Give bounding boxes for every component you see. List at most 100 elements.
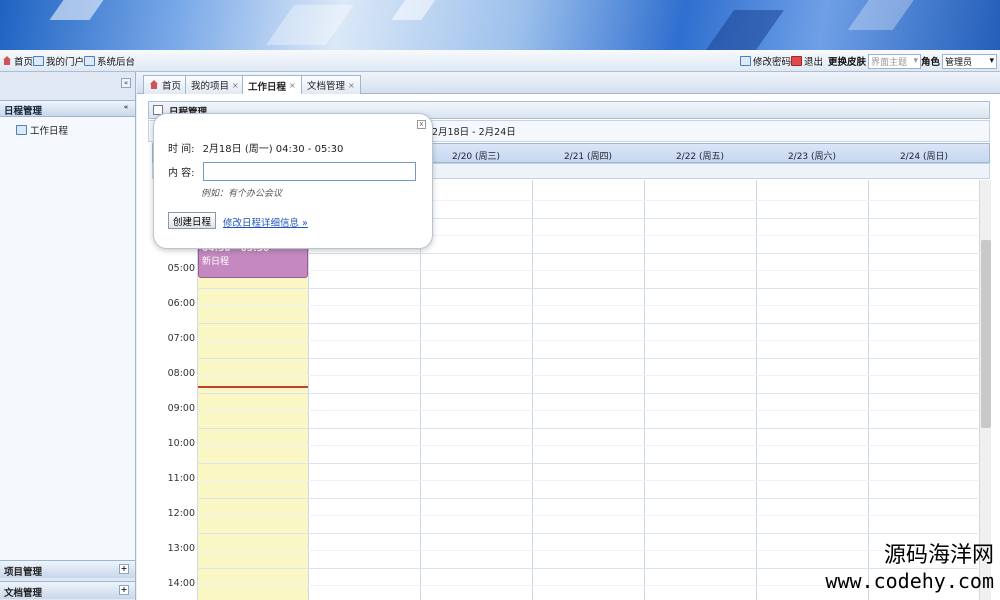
tab-label: 工作日程 (248, 81, 287, 93)
time-label: 07:00 (167, 333, 195, 344)
watermark: 源码海洋网 www.codehy.com (825, 543, 994, 593)
grid-divider (868, 180, 869, 600)
content-label: 内 容: (168, 168, 195, 179)
time-label: 11:00 (167, 473, 195, 484)
home-icon (149, 80, 159, 90)
role-selector: 角色 管理员 ▾ (921, 53, 998, 69)
expand-icon[interactable]: + (119, 585, 129, 595)
close-icon[interactable]: × (348, 81, 355, 90)
portal-link[interactable]: 我的门户 (33, 54, 84, 68)
logout-label: 退出 (804, 57, 824, 68)
role-select-value: 管理员 (945, 57, 973, 68)
grid-divider (644, 180, 645, 600)
half-hour-line (197, 445, 978, 446)
event-title: 新日程 (202, 257, 230, 267)
hour-line (197, 463, 978, 464)
skin-select[interactable]: 界面主题 ▾ (868, 53, 922, 69)
half-hour-line (197, 340, 978, 341)
window-icon (33, 56, 44, 66)
grid-divider (532, 180, 533, 600)
sidebar-section-document[interactable]: 文档管理 + (0, 581, 135, 599)
home-link[interactable]: 首页 (2, 54, 33, 68)
close-icon[interactable]: × (232, 81, 239, 90)
sidebar-section-header[interactable]: 日程管理 « (0, 100, 135, 117)
current-time-line (198, 386, 308, 388)
time-label: 13:00 (167, 543, 195, 554)
change-password-link[interactable]: 修改密码 (740, 54, 791, 68)
hour-line (197, 533, 978, 534)
sidebar-section-label: 项目管理 (4, 567, 43, 578)
create-schedule-button[interactable]: 创建日程 (168, 212, 217, 229)
role-select[interactable]: 管理员 ▾ (942, 53, 998, 69)
day-header[interactable]: 2/24 (周日) (869, 149, 979, 162)
time-label: 时 间: (168, 144, 195, 155)
half-hour-line (197, 480, 978, 481)
tab-home[interactable]: 首页 (143, 75, 188, 94)
expand-icon[interactable]: + (119, 564, 129, 574)
time-label: 10:00 (167, 438, 195, 449)
sidebar-tree: 工作日程 (0, 117, 135, 560)
date-range: 2月18日 - 2月24日 (432, 127, 516, 138)
chevron-down-icon: ▾ (989, 56, 995, 66)
time-label: 09:00 (167, 403, 195, 414)
time-label: 14:00 (167, 578, 195, 589)
grid-scrollbar[interactable] (979, 180, 991, 600)
hour-line (197, 253, 978, 254)
home-link-label: 首页 (14, 57, 34, 68)
half-hour-line (197, 270, 978, 271)
scrollbar-thumb[interactable] (981, 240, 991, 428)
change-password-label: 修改密码 (753, 57, 792, 68)
close-icon[interactable]: × (289, 81, 296, 90)
header-banner (0, 0, 1000, 50)
tab-label: 首页 (162, 81, 182, 92)
grid-divider (756, 180, 757, 600)
edit-icon (740, 56, 751, 66)
chevron-down-icon: ▾ (913, 56, 919, 66)
content-hint: 例如：有个办公会议 (201, 189, 283, 199)
watermark-url: www.codehy.com (825, 569, 994, 593)
hour-line (197, 358, 978, 359)
half-hour-line (197, 305, 978, 306)
day-header[interactable]: 2/20 (周三) (421, 149, 531, 162)
content-row: 内 容: (168, 162, 416, 181)
skin-selector: 更换皮肤 界面主题 ▾ (828, 53, 922, 69)
power-icon (791, 56, 802, 66)
tab-documents[interactable]: 文档管理 × (301, 75, 361, 94)
quick-create-popup: x 时 间: 2月18日 (周一) 04:30 - 05:30 内 容: 例如：… (153, 113, 433, 249)
tab-my-projects[interactable]: 我的项目 × (185, 75, 245, 94)
day-header[interactable]: 2/21 (周四) (533, 149, 643, 162)
half-hour-line (197, 515, 978, 516)
hour-line (197, 323, 978, 324)
tab-work-schedule[interactable]: 工作日程 × (242, 75, 302, 95)
content-input[interactable] (202, 162, 416, 181)
watermark-title: 源码海洋网 (883, 543, 994, 568)
window-icon (84, 56, 95, 66)
hour-line (197, 428, 978, 429)
time-label: 06:00 (167, 298, 195, 309)
edit-details-link[interactable]: 修改日程详细信息 » (223, 215, 308, 229)
tree-item-work-schedule[interactable]: 工作日程 (16, 123, 68, 137)
day-header[interactable]: 2/22 (周五) (645, 149, 755, 162)
half-hour-line (197, 410, 978, 411)
home-icon (2, 56, 12, 66)
time-label: 08:00 (167, 368, 195, 379)
skin-label: 更换皮肤 (828, 57, 867, 68)
skin-select-value: 界面主题 (871, 57, 908, 68)
logout-link[interactable]: 退出 (791, 54, 823, 68)
tree-item-label: 工作日程 (30, 126, 69, 137)
time-label: 05:00 (167, 263, 195, 274)
section-collapse-icon[interactable]: « (121, 103, 131, 113)
time-label: 12:00 (167, 508, 195, 519)
sidebar-collapse-button[interactable]: « (121, 78, 131, 88)
tab-bar: 首页 我的项目 × 工作日程 × 文档管理 × (137, 72, 1000, 95)
tab-label: 文档管理 (307, 81, 346, 92)
calendar-icon (16, 125, 27, 135)
sidebar-section-title: 日程管理 (4, 106, 43, 117)
tab-label: 我的项目 (191, 81, 230, 92)
close-icon[interactable]: x (417, 120, 426, 129)
sidebar-section-project[interactable]: 项目管理 + (0, 560, 135, 578)
backend-link[interactable]: 系统后台 (84, 54, 135, 68)
day-header[interactable]: 2/23 (周六) (757, 149, 867, 162)
backend-link-label: 系统后台 (97, 57, 136, 68)
portal-link-label: 我的门户 (46, 57, 85, 68)
